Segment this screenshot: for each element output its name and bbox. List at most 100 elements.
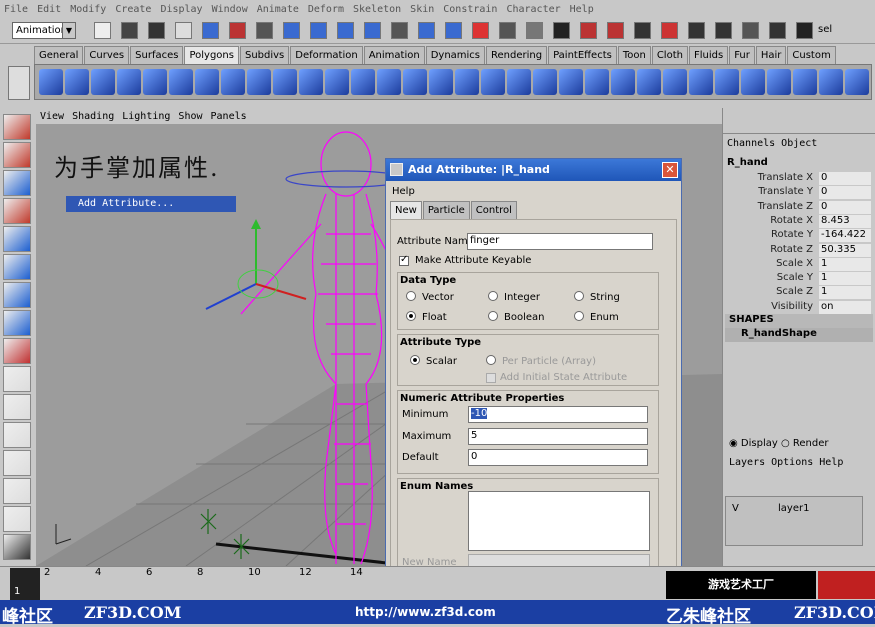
tool-icon[interactable] (3, 226, 31, 252)
channel-value[interactable]: 8.453 (819, 214, 871, 228)
polygon-tool-icon[interactable] (507, 69, 531, 95)
tool-icon[interactable] (3, 170, 31, 196)
menu-skeleton[interactable]: Skeleton (353, 4, 401, 15)
tab-surfaces[interactable]: Surfaces (130, 46, 184, 64)
polygon-tool-icon[interactable] (637, 69, 661, 95)
data-type-boolean-radio[interactable]: Boolean (488, 311, 545, 323)
channel-row[interactable]: Scale Z 1 (727, 286, 873, 300)
channel-value[interactable]: on (819, 300, 871, 314)
menu-modify[interactable]: Modify (70, 4, 106, 15)
status-tool-icon[interactable] (256, 22, 273, 39)
polygon-tool-icon[interactable] (767, 69, 791, 95)
channel-value[interactable]: 0 (819, 186, 871, 200)
data-type-vector-radio[interactable]: Vector (406, 291, 454, 303)
minimum-input[interactable]: -10 (468, 406, 648, 423)
status-tool-icon[interactable] (445, 22, 462, 39)
channel-value[interactable]: 1 (819, 257, 871, 271)
channel-value[interactable]: 1 (819, 286, 871, 300)
viewport-menu-panels[interactable]: Panels (211, 111, 247, 122)
scalar-radio[interactable]: Scalar (410, 355, 457, 367)
polygon-tool-icon[interactable] (689, 69, 713, 95)
polygon-tool-icon[interactable] (247, 69, 271, 95)
tab-polygons[interactable]: Polygons (184, 46, 239, 64)
status-tool-icon[interactable] (337, 22, 354, 39)
polygon-tool-icon[interactable] (221, 69, 245, 95)
status-tool-icon[interactable] (391, 22, 408, 39)
status-tool-icon[interactable] (715, 22, 732, 39)
polygon-tool-icon[interactable] (403, 69, 427, 95)
status-tool-icon[interactable] (796, 22, 813, 39)
status-tool-icon[interactable] (580, 22, 597, 39)
status-tool-icon[interactable] (769, 22, 786, 39)
status-tool-icon[interactable] (553, 22, 570, 39)
polygon-tool-icon[interactable] (741, 69, 765, 95)
polygon-tool-icon[interactable] (715, 69, 739, 95)
tab-painteffects[interactable]: PaintEffects (548, 46, 617, 64)
polygon-tool-icon[interactable] (377, 69, 401, 95)
menu-animate[interactable]: Animate (257, 4, 299, 15)
channel-value[interactable]: 1 (819, 272, 871, 286)
viewport-menu-view[interactable]: View (40, 111, 64, 122)
polygon-tool-icon[interactable] (793, 69, 817, 95)
data-type-string-radio[interactable]: String (574, 291, 620, 303)
tool-icon[interactable] (3, 338, 31, 364)
status-tool-icon[interactable] (418, 22, 435, 39)
polygon-tool-icon[interactable] (663, 69, 687, 95)
viewport-menu-show[interactable]: Show (178, 111, 202, 122)
status-tool-icon[interactable] (229, 22, 246, 39)
tool-icon[interactable] (3, 534, 31, 560)
enum-list[interactable] (468, 491, 650, 551)
render-radio[interactable]: ○ Render (781, 438, 829, 449)
default-input[interactable]: 0 (468, 449, 648, 466)
menu-file[interactable]: File (4, 4, 28, 15)
channel-row[interactable]: Translate Z 0 (727, 200, 873, 215)
tool-icon[interactable] (3, 142, 31, 168)
polygon-tool-icon[interactable] (143, 69, 167, 95)
status-tool-icon[interactable] (472, 22, 489, 39)
polygon-tool-icon[interactable] (585, 69, 609, 95)
polygon-tool-icon[interactable] (299, 69, 323, 95)
tab-custom[interactable]: Custom (787, 46, 836, 64)
polygon-tool-icon[interactable] (533, 69, 557, 95)
status-tool-icon[interactable] (148, 22, 165, 39)
channel-row[interactable]: Visibility on (727, 300, 873, 315)
channel-value[interactable]: 0 (819, 200, 871, 214)
status-tool-icon[interactable] (499, 22, 516, 39)
menu-help[interactable]: Help (570, 4, 594, 15)
mode-select[interactable]: Animation ▼ (12, 22, 76, 39)
display-radio[interactable]: ◉ Display (729, 438, 778, 449)
tool-icon[interactable] (3, 282, 31, 308)
tool-icon[interactable] (3, 506, 31, 532)
tool-icon[interactable] (3, 366, 31, 392)
polygon-tool-icon[interactable] (195, 69, 219, 95)
tab-hair[interactable]: Hair (755, 46, 787, 64)
layer-visibility[interactable]: V (732, 503, 739, 514)
status-tool-icon[interactable] (607, 22, 624, 39)
tab-curves[interactable]: Curves (84, 46, 130, 64)
status-tool-icon[interactable] (661, 22, 678, 39)
layer-name[interactable]: layer1 (778, 503, 809, 514)
data-type-enum-radio[interactable]: Enum (574, 311, 619, 323)
polygon-tool-icon[interactable] (39, 69, 63, 95)
status-tool-icon[interactable] (202, 22, 219, 39)
status-tool-icon[interactable] (121, 22, 138, 39)
polygon-tool-icon[interactable] (351, 69, 375, 95)
channel-value[interactable]: 50.335 (819, 243, 871, 257)
tab-animation[interactable]: Animation (363, 46, 425, 64)
channel-row[interactable]: Rotate X 8.453 (727, 214, 873, 229)
maximum-input[interactable]: 5 (468, 428, 648, 445)
menu-skin[interactable]: Skin (410, 4, 434, 15)
channelbox-menu-object[interactable]: Object (781, 138, 817, 149)
channel-row[interactable]: Scale X 1 (727, 257, 873, 272)
polygon-tool-icon[interactable] (91, 69, 115, 95)
status-tool-icon[interactable] (364, 22, 381, 39)
initial-state-checkbox[interactable] (486, 373, 496, 383)
tab-toon[interactable]: Toon (617, 46, 651, 64)
status-tool-icon[interactable] (526, 22, 543, 39)
tab-dynamics[interactable]: Dynamics (425, 46, 486, 64)
polygon-tool-icon[interactable] (273, 69, 297, 95)
menu-character[interactable]: Character (506, 4, 560, 15)
shelf-menu-button[interactable] (8, 66, 30, 100)
status-tool-icon[interactable] (688, 22, 705, 39)
layers-menu-options[interactable]: Options (771, 457, 813, 468)
